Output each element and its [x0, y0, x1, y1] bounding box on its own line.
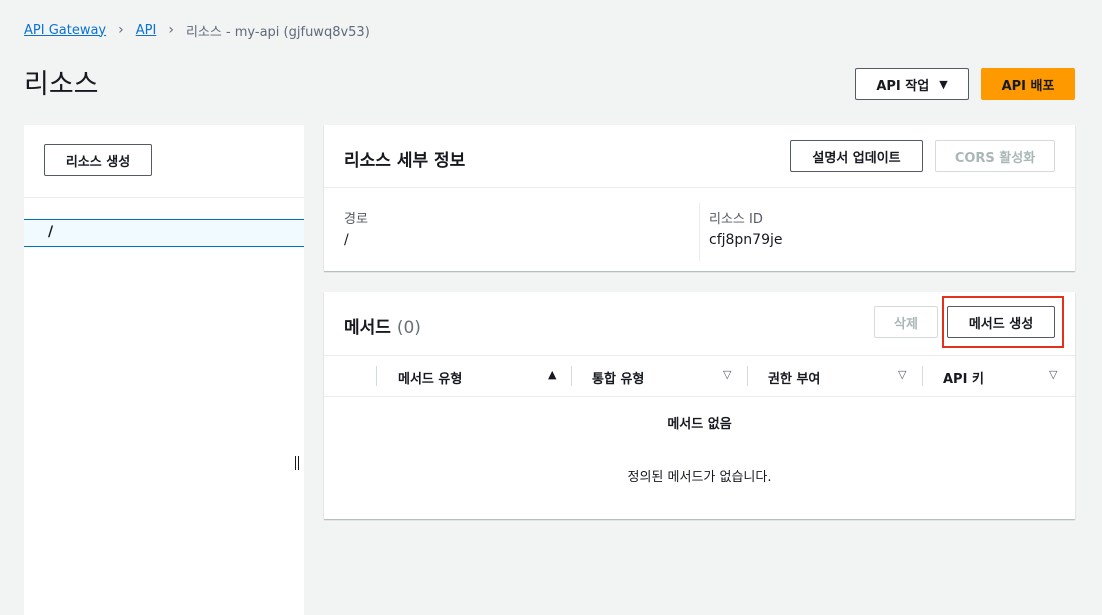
resource-tree-item-label: / [48, 224, 54, 240]
sort-icon[interactable]: ▽ [898, 368, 906, 381]
api-actions-dropdown[interactable]: API 작업 ▼ [855, 68, 969, 100]
breadcrumb-current: 리소스 - my-api (gjfuwq8v53) [185, 24, 370, 40]
caret-down-icon: ▼ [939, 77, 948, 91]
methods-title-text: 메서드 [344, 318, 391, 338]
panel-resize-handle[interactable] [295, 456, 300, 470]
resource-details-title: 리소스 세부 정보 [344, 151, 466, 171]
chevron-right-icon: › [118, 22, 124, 38]
page-title: 리소스 [24, 69, 99, 100]
create-resource-button[interactable]: 리소스 생성 [44, 144, 152, 176]
column-header-method-type[interactable]: 메서드 유형 [398, 368, 462, 387]
column-header-api-key[interactable]: API 키 [943, 368, 984, 387]
divider [24, 197, 304, 198]
path-value: / [344, 232, 349, 248]
resource-tree-item-root[interactable]: / [24, 219, 304, 247]
resource-details-card: 리소스 세부 정보 설명서 업데이트 CORS 활성화 경로 / 리소스 ID … [324, 125, 1075, 271]
methods-table-header: 메서드 유형 ▲ 통합 유형 ▽ 권한 부여 ▽ API 키 ▽ [324, 355, 1075, 397]
api-actions-label: API 작업 [876, 78, 930, 94]
column-header-integration-type[interactable]: 통합 유형 [592, 368, 644, 387]
deploy-api-button[interactable]: API 배포 [981, 68, 1075, 100]
update-documentation-button[interactable]: 설명서 업데이트 [790, 140, 923, 172]
column-header-authorization[interactable]: 권한 부여 [768, 368, 820, 387]
resource-tree-panel: 리소스 생성 / [24, 125, 304, 615]
path-label: 경로 [344, 212, 368, 227]
methods-title: 메서드 (0) [344, 313, 421, 338]
resource-id-label: 리소스 ID [709, 212, 763, 227]
methods-card: 메서드 (0) 삭제 메서드 생성 메서드 유형 ▲ 통합 유형 ▽ 권한 부여… [324, 292, 1075, 519]
enable-cors-button[interactable]: CORS 활성화 [935, 140, 1055, 172]
breadcrumb: API Gateway › API › 리소스 - my-api (gjfuwq… [24, 20, 370, 40]
chevron-right-icon: › [168, 22, 174, 38]
methods-count: (0) [396, 318, 421, 338]
create-method-button[interactable]: 메서드 생성 [947, 306, 1055, 338]
empty-state-message: 정의된 메서드가 없습니다. [627, 470, 772, 485]
breadcrumb-link-api[interactable]: API [136, 23, 157, 38]
column-divider [699, 203, 700, 261]
delete-method-button[interactable]: 삭제 [874, 306, 938, 338]
sort-icon[interactable]: ▽ [1049, 368, 1057, 381]
empty-state-title: 메서드 없음 [667, 417, 732, 432]
resource-id-value: cfj8pn79je [709, 232, 783, 248]
breadcrumb-link-api-gateway[interactable]: API Gateway [24, 23, 106, 38]
sort-icon[interactable]: ▽ [723, 368, 731, 381]
sort-ascending-icon[interactable]: ▲ [548, 368, 556, 381]
divider [324, 187, 1075, 188]
